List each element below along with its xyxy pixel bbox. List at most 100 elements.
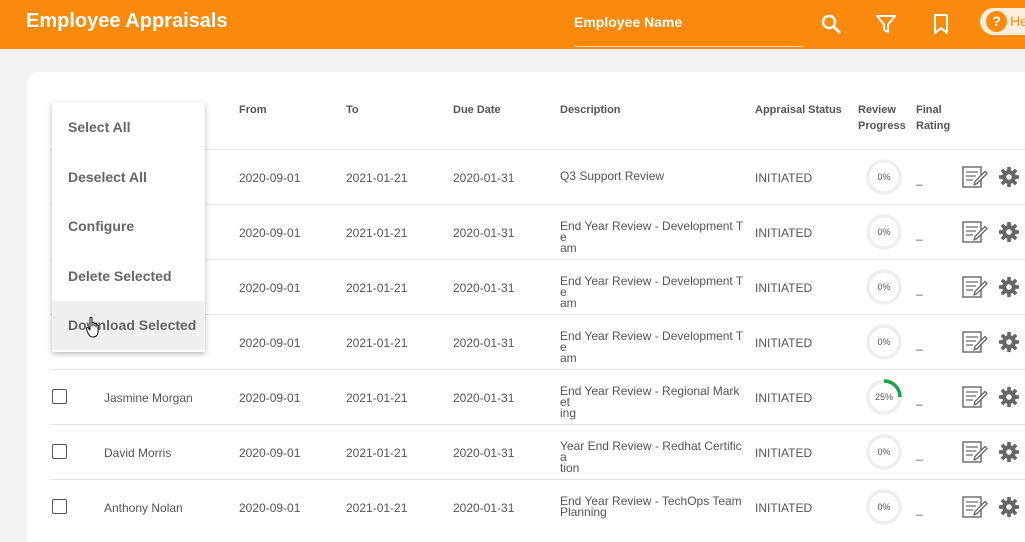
edit-document-icon[interactable] [962,275,988,299]
description-line: am [560,351,577,365]
column-header-to[interactable]: To [346,102,359,118]
employee-name[interactable]: Anthony Nolan [104,501,183,515]
to-date: 2021-01-21 [346,171,408,185]
final-rating: _ [916,502,923,516]
to-date: 2021-01-21 [346,336,408,350]
column-header-final-rating[interactable]: Final Rating [916,102,950,134]
final-rating: _ [916,447,923,461]
final-rating: _ [916,172,923,186]
description-line: Q3 Support Review [560,169,665,183]
from-date: 2020-09-01 [239,391,301,405]
row-checkbox[interactable] [52,389,67,404]
help-label: He [1010,13,1025,29]
edit-document-icon[interactable] [962,220,988,244]
employee-name[interactable]: David Morris [104,446,171,460]
row-checkbox[interactable] [52,444,67,459]
appraisal-status: INITIATED [755,171,813,185]
gear-icon[interactable] [998,441,1020,463]
description-line: ing [560,406,577,420]
appraisal-status: INITIATED [755,336,813,350]
hand-cursor-icon [86,316,99,338]
gear-icon[interactable] [998,331,1020,353]
review-progress-value: 0% [877,447,891,457]
description: End Year Review - Development Te am [560,219,744,255]
due-date: 2020-01-31 [453,391,515,405]
bulk-actions-menu: Select All Deselect All Configure Delete Se… [52,102,205,352]
search-box[interactable] [574,0,804,47]
edit-document-icon[interactable] [962,440,988,464]
from-date: 2020-09-01 [239,501,301,515]
to-date: 2021-01-21 [346,446,408,460]
from-date: 2020-09-01 [239,171,301,185]
description: End Year Review - Regional Market ing [560,384,744,420]
edit-document-icon[interactable] [962,495,988,519]
edit-document-icon[interactable] [962,165,988,189]
to-date: 2021-01-21 [346,391,408,405]
column-header-from[interactable]: From [239,102,267,118]
filter-icon[interactable] [874,12,898,36]
appraisal-status: INITIATED [755,446,813,460]
edit-document-icon[interactable] [962,330,988,354]
gear-icon[interactable] [998,276,1020,298]
final-rating: _ [916,282,923,296]
description-line: am [560,296,577,310]
review-progress-value: 0% [877,227,891,237]
description-line: am [560,241,577,255]
table-row[interactable]: David Morris 2020-09-01 2021-01-21 2020-01-… [50,424,1025,479]
appraisal-status: INITIATED [755,281,813,295]
column-header-review-progress[interactable]: Review Progress [858,102,906,134]
due-date: 2020-01-31 [453,446,515,460]
to-date: 2021-01-21 [346,501,408,515]
column-header-line: Progress [858,120,906,132]
menu-item-delete-selected[interactable]: Delete Selected [52,252,205,301]
description-line: Planning [560,505,607,519]
menu-item-download-selected[interactable]: Download Selected [52,301,205,350]
description: Q3 Support Review [560,169,744,183]
final-rating: _ [916,227,923,241]
description-line: End Year Review - Development Te [560,329,744,354]
gear-icon[interactable] [998,386,1020,408]
review-progress-value: 0% [877,282,891,292]
column-header-due-date[interactable]: Due Date [453,102,501,118]
description-line: End Year Review - Regional Market [560,384,740,409]
gear-icon[interactable] [998,221,1020,243]
appraisal-status: INITIATED [755,226,813,240]
column-header-line: Review [858,104,896,116]
search-icon[interactable] [819,12,843,36]
review-progress-value: 0% [877,172,891,182]
from-date: 2020-09-01 [239,446,301,460]
bookmark-icon[interactable] [929,12,953,36]
description-line: End Year Review - Development Te [560,219,744,244]
table-row[interactable]: Anthony Nolan 2020-09-01 2021-01-21 2020-01… [50,479,1025,534]
table-row[interactable]: Jasmine Morgan 2020-09-01 2021-01-21 2020-0… [50,369,1025,424]
review-progress-value: 0% [877,502,891,512]
column-header-appraisal-status[interactable]: Appraisal Status [755,102,842,118]
due-date: 2020-01-31 [453,281,515,295]
to-date: 2021-01-21 [346,226,408,240]
description: End Year Review - Development Te am [560,275,744,310]
edit-document-icon[interactable] [962,385,988,409]
description: End Year Review - TechOps Team Planning [560,495,744,519]
employee-name-search-input[interactable] [574,12,804,32]
description: Year End Review - Redhat Certifica tion [560,440,744,475]
column-header-line: Final [916,104,942,116]
gear-icon[interactable] [998,496,1020,518]
menu-item-deselect-all[interactable]: Deselect All [52,153,205,202]
menu-item-configure[interactable]: Configure [52,202,205,251]
column-header-description[interactable]: Description [560,102,621,118]
from-date: 2020-09-01 [239,336,301,350]
from-date: 2020-09-01 [239,226,301,240]
row-checkbox[interactable] [52,499,67,514]
description-line: tion [560,461,580,475]
due-date: 2020-01-31 [453,171,515,185]
review-progress-value: 25% [874,392,893,402]
help-button[interactable]: ? He [980,8,1025,35]
final-rating: _ [916,392,923,406]
menu-item-select-all[interactable]: Select All [52,103,205,152]
due-date: 2020-01-31 [453,501,515,515]
gear-icon[interactable] [998,166,1020,188]
column-header-line: Rating [916,120,951,132]
employee-name[interactable]: Jasmine Morgan [104,391,193,405]
appraisal-status: INITIATED [755,501,813,515]
page-title: Employee Appraisals [26,10,228,32]
